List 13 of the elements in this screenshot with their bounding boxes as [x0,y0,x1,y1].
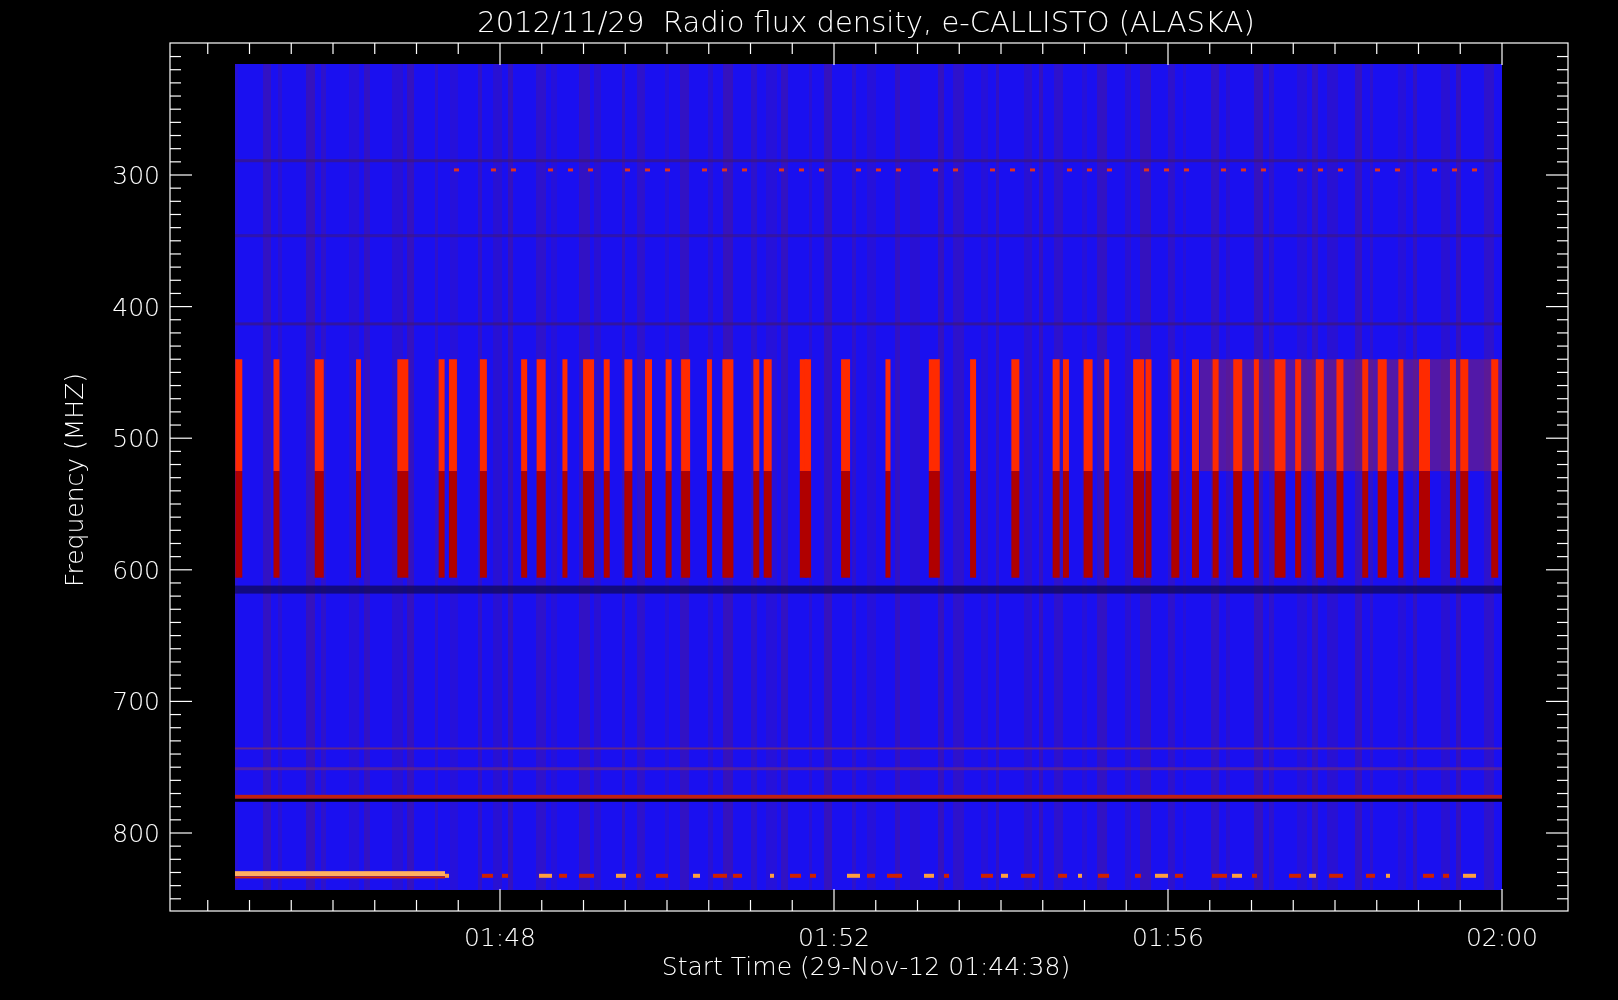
tick-label: 01:56 [1132,923,1204,952]
tick-label: 400 [112,292,160,322]
tick-label: 300 [112,161,160,190]
tick-label: 02:00 [1466,923,1538,952]
x-axis-label: Start Time (29-Nov-12 01:44:38) [661,952,1071,981]
plot-title: 2012/11/29 Radio flux density, e-CALLISTO (ALASKA) [477,5,1255,39]
y-axis-label: Frequency (MHZ) [60,372,89,588]
tick-label: 01:52 [798,923,870,952]
tick-label: 01:48 [464,923,536,952]
tick-label: 500 [112,424,160,454]
tick-label: 600 [112,555,160,585]
tick-label: 800 [112,819,160,848]
tick-label: 700 [112,687,160,717]
